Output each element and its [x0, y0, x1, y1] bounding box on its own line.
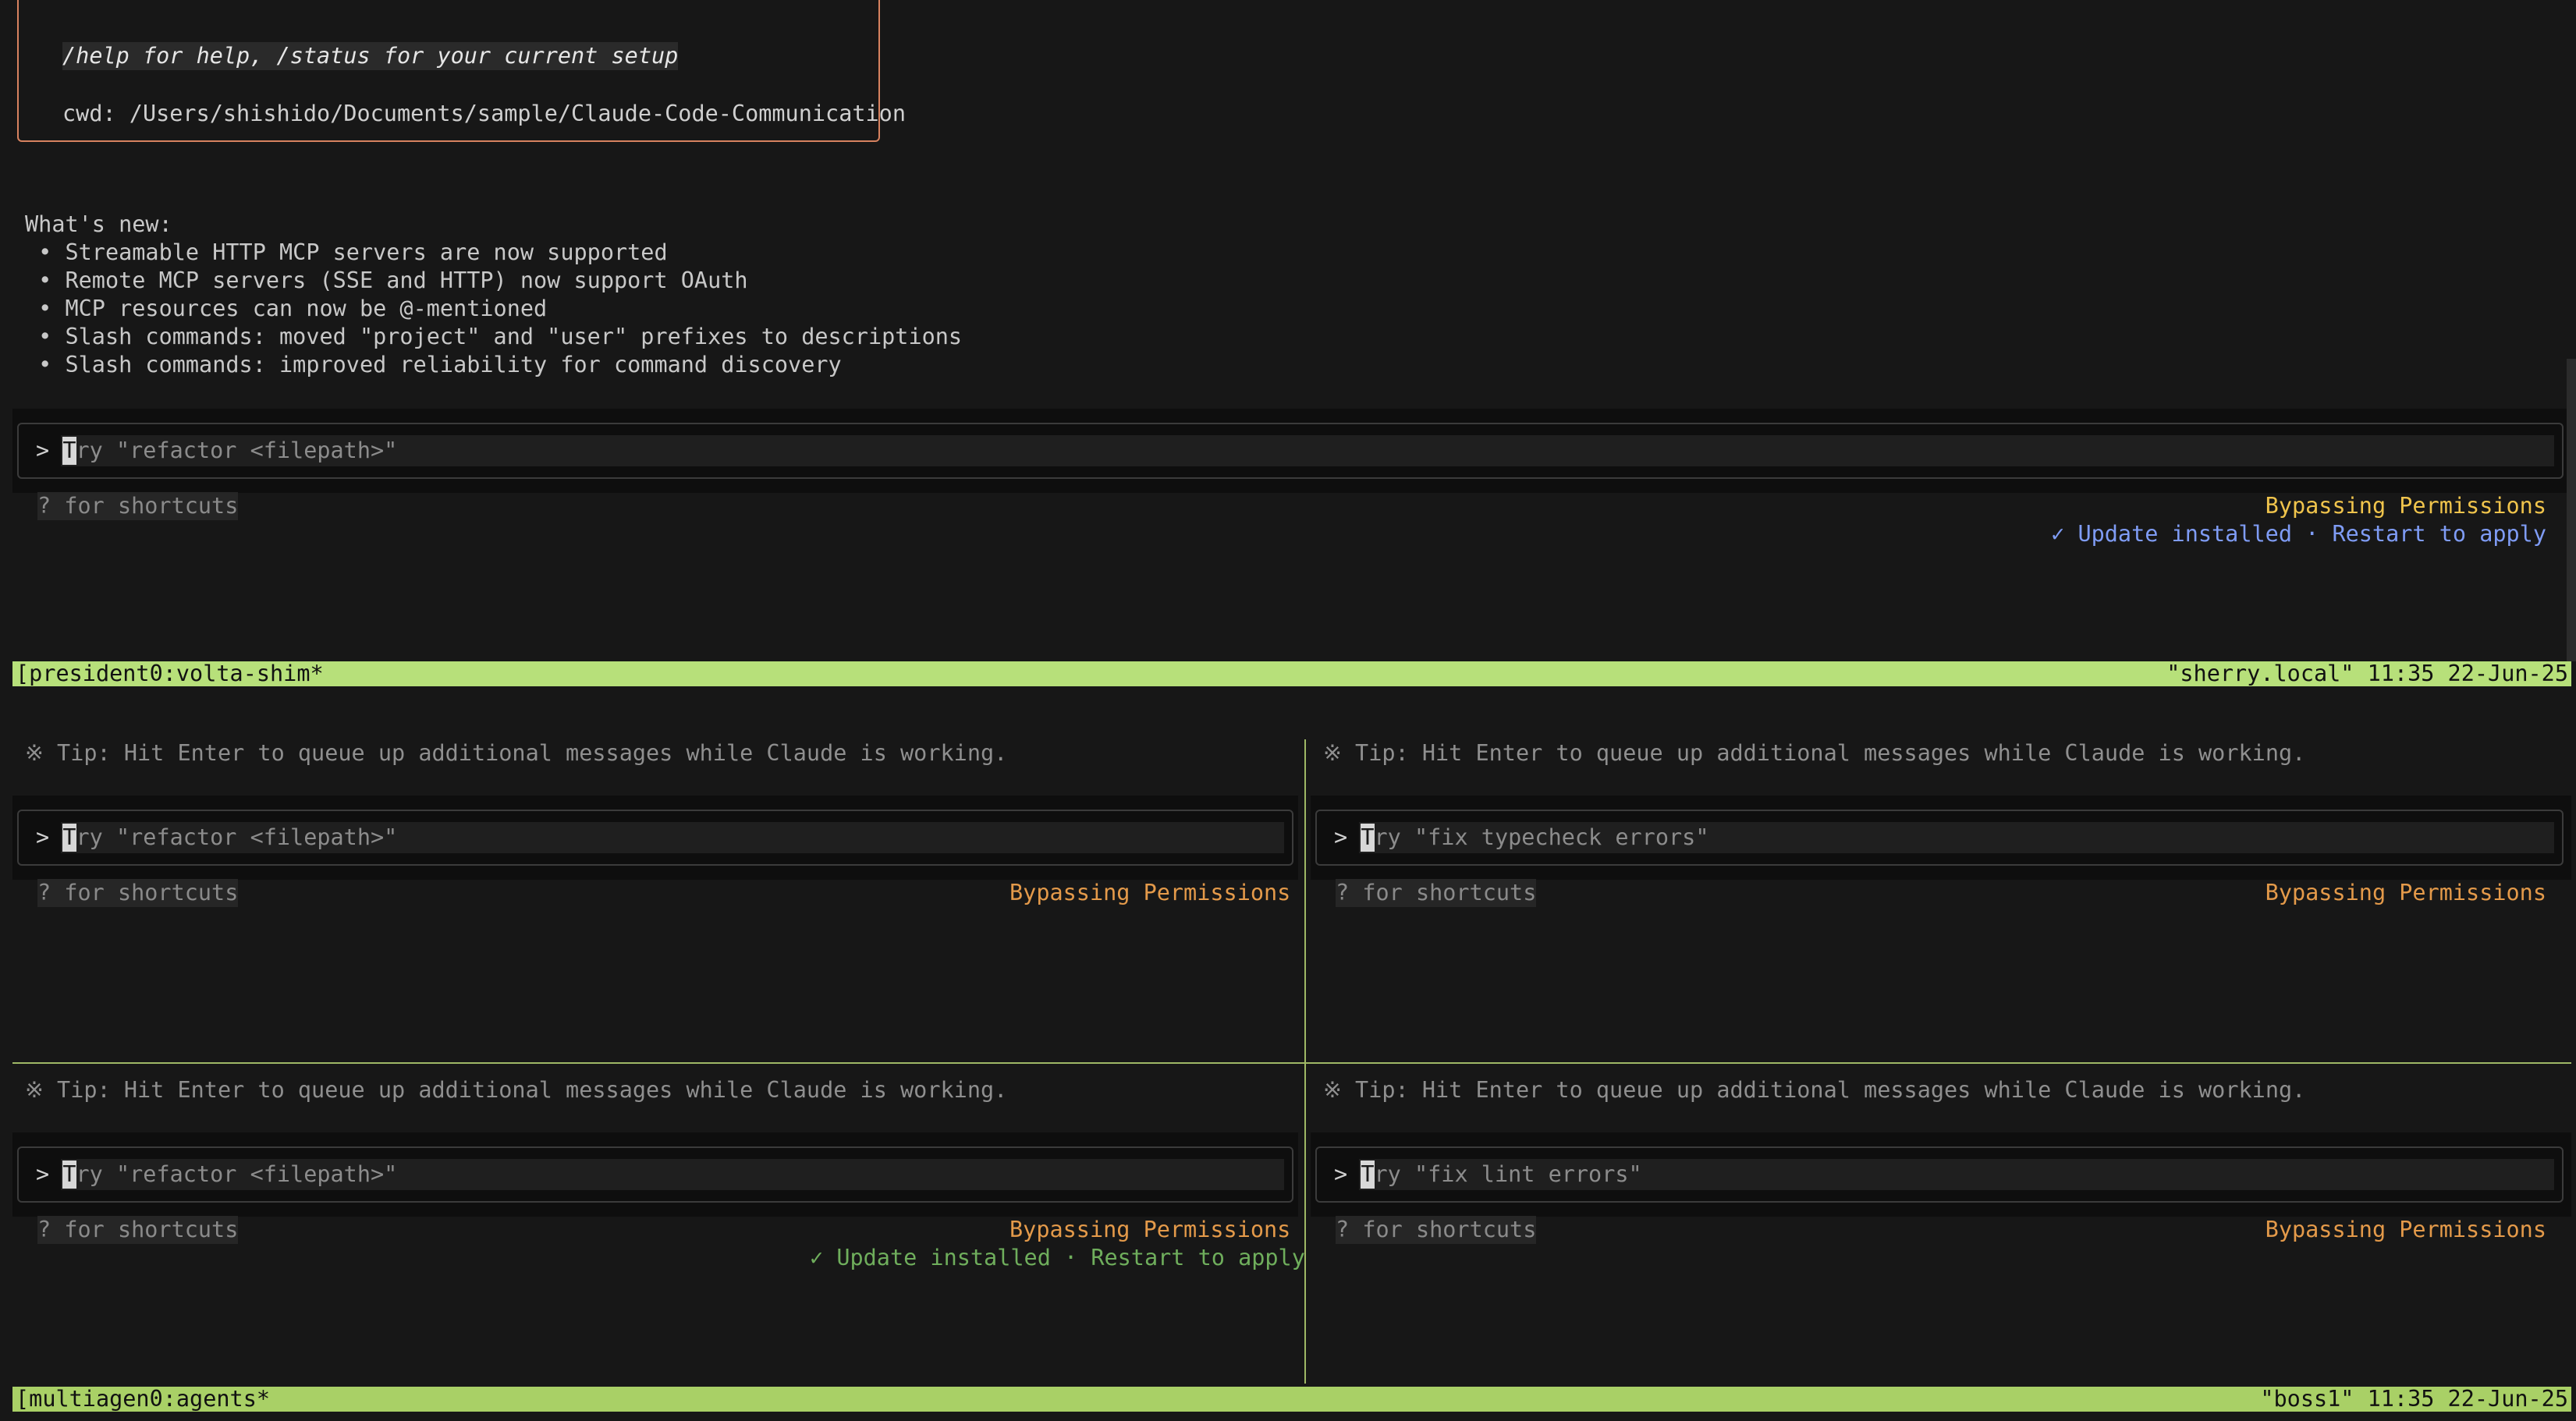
permissions-mode-label: Bypassing Permissions: [1009, 1217, 1291, 1242]
prompt-input-text[interactable]: > Try "fix lint errors": [1334, 1161, 1642, 1189]
prompt-symbol: >: [1334, 824, 1348, 850]
whats-new-item: • Streamable HTTP MCP servers are now su…: [25, 239, 668, 265]
permissions-mode-label: Bypassing Permissions: [2265, 1217, 2546, 1242]
text-cursor: T: [62, 1161, 76, 1189]
text-cursor: T: [62, 824, 76, 852]
tip-text: ※ Tip: Hit Enter to queue up additional …: [1323, 740, 2306, 766]
prompt-input-text[interactable]: > Try "refactor <filepath>": [36, 437, 397, 465]
whats-new-title: What's new:: [25, 211, 172, 237]
help-hint: /help for help, /status for your current…: [62, 42, 679, 70]
session-window-label[interactable]: [president0:volta-shim*: [16, 661, 324, 686]
shortcuts-hint: ? for shortcuts: [37, 1216, 239, 1244]
pane-divider-horizontal[interactable]: [12, 1062, 2571, 1064]
text-cursor: T: [1361, 824, 1375, 852]
prompt-symbol: >: [36, 438, 50, 463]
text-cursor: T: [62, 437, 76, 465]
prompt-symbol: >: [1334, 1161, 1348, 1187]
shortcuts-hint: ? for shortcuts: [1336, 1216, 1537, 1244]
whats-new-item: • MCP resources can now be @-mentioned: [25, 296, 548, 321]
tmux-status-bar-bottom: [multiagen0:agents* "boss1" 11:35 22-Jun…: [12, 1387, 2571, 1412]
prompt-placeholder: ry "refactor <filepath>": [76, 1161, 398, 1187]
prompt-input-text[interactable]: > Try "fix typecheck errors": [1334, 824, 1708, 852]
pane-divider-vertical[interactable]: [1304, 739, 1306, 1384]
session-window-label[interactable]: [multiagen0:agents*: [16, 1387, 270, 1412]
update-notice: ✓ Update installed · Restart to apply: [2051, 521, 2546, 547]
permissions-mode-label: Bypassing Permissions: [2265, 880, 2546, 905]
tip-text: ※ Tip: Hit Enter to queue up additional …: [25, 740, 1008, 766]
prompt-symbol: >: [36, 1161, 50, 1187]
prompt-placeholder: ry "refactor <filepath>": [76, 824, 398, 850]
whats-new-item: • Remote MCP servers (SSE and HTTP) now …: [25, 268, 748, 293]
whats-new-item: • Slash commands: moved "project" and "u…: [25, 324, 963, 349]
cwd-line: cwd: /Users/shishido/Documents/sample/Cl…: [62, 101, 906, 126]
host-time-label: "sherry.local" 11:35 22-Jun-25: [2166, 661, 2568, 686]
prompt-input[interactable]: [17, 423, 2564, 479]
prompt-placeholder: ry "refactor <filepath>": [76, 438, 398, 463]
shortcuts-hint: ? for shortcuts: [1336, 879, 1537, 907]
tmux-status-bar-top: [president0:volta-shim* "sherry.local" 1…: [12, 661, 2571, 686]
prompt-input-text[interactable]: > Try "refactor <filepath>": [36, 824, 397, 852]
prompt-placeholder: ry "fix lint errors": [1374, 1161, 1642, 1187]
scrollbar[interactable]: [2567, 359, 2576, 661]
tip-text: ※ Tip: Hit Enter to queue up additional …: [25, 1077, 1008, 1103]
prompt-input-text[interactable]: > Try "refactor <filepath>": [36, 1161, 397, 1189]
text-cursor: T: [1361, 1161, 1375, 1189]
prompt-symbol: >: [36, 824, 50, 850]
prompt-placeholder: ry "fix typecheck errors": [1374, 824, 1709, 850]
permissions-mode-label: Bypassing Permissions: [2265, 493, 2546, 519]
shortcuts-hint: ? for shortcuts: [37, 879, 239, 907]
update-notice: ✓ Update installed · Restart to apply: [810, 1245, 1305, 1270]
shortcuts-hint: ? for shortcuts: [37, 492, 239, 520]
permissions-mode-label: Bypassing Permissions: [1009, 880, 1291, 905]
whats-new-item: • Slash commands: improved reliability f…: [25, 352, 842, 377]
host-time-label: "boss1" 11:35 22-Jun-25: [2260, 1386, 2568, 1412]
tip-text: ※ Tip: Hit Enter to queue up additional …: [1323, 1077, 2306, 1103]
